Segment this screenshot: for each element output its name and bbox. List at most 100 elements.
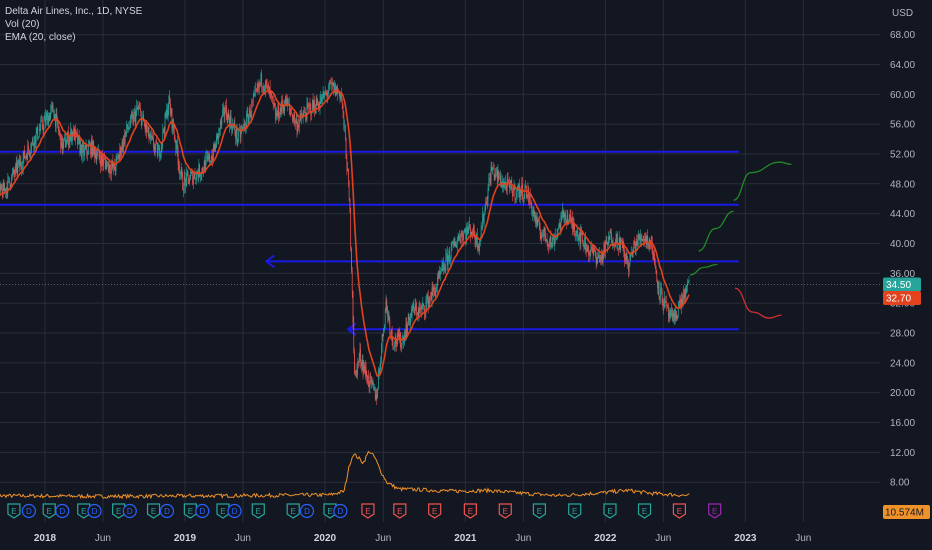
candle-body — [523, 194, 525, 198]
candle-body — [460, 239, 461, 243]
candle-body — [223, 107, 224, 111]
y-tick-label: 60.00 — [890, 90, 915, 101]
candle-body — [51, 105, 52, 109]
earnings-marker[interactable]: E — [7, 503, 21, 519]
candle-body — [475, 240, 477, 245]
dividend-marker[interactable]: D — [333, 503, 348, 519]
candle-body — [159, 148, 161, 158]
candle-body — [190, 172, 192, 175]
price-chart[interactable]: DEDEDEDEDEDEDEDEEDEDEEEEEEEEEEE USD68.00… — [0, 0, 932, 550]
candle-body — [51, 104, 53, 106]
marker-letter: E — [81, 507, 86, 516]
candle-body — [417, 313, 418, 316]
dividend-marker[interactable]: D — [87, 503, 102, 519]
earnings-marker[interactable]: E — [42, 503, 56, 519]
marker-letter: D — [337, 507, 343, 516]
candle-body — [23, 150, 25, 158]
candle-body — [676, 314, 678, 320]
earnings-marker[interactable]: E — [532, 503, 547, 519]
marker-letter: D — [164, 507, 170, 516]
earnings-marker[interactable]: E — [393, 503, 407, 519]
marker-letter: E — [256, 507, 261, 516]
candle-body — [25, 156, 26, 159]
symbol-title[interactable]: Delta Air Lines, Inc., 1D, NYSE — [5, 5, 142, 18]
candle-body — [671, 314, 673, 317]
candle-body — [390, 332, 391, 334]
candle-body — [295, 120, 296, 124]
candle-body — [685, 286, 687, 294]
dividend-marker[interactable]: D — [195, 503, 210, 519]
candle-body — [420, 307, 422, 311]
dividend-marker[interactable]: D — [227, 503, 242, 519]
ema-indicator-label[interactable]: EMA (20, close) — [5, 31, 142, 44]
candle-body — [134, 111, 136, 123]
candle-body — [41, 119, 43, 128]
candle-body — [3, 183, 5, 191]
earnings-marker[interactable]: E — [361, 503, 375, 519]
dividend-marker[interactable]: D — [55, 503, 70, 519]
candle-body — [260, 73, 262, 84]
candle-body — [667, 304, 668, 307]
candle-body — [648, 239, 650, 247]
earnings-marker[interactable]: E — [568, 503, 582, 519]
candle-body — [340, 94, 342, 100]
candle-body — [108, 164, 110, 172]
candle-body — [37, 127, 39, 139]
candle-body — [266, 84, 268, 86]
candle-body — [328, 82, 330, 91]
candle-body — [264, 89, 266, 91]
earnings-marker[interactable]: E — [428, 503, 442, 519]
volume-value-badge: 10.574M — [885, 508, 924, 519]
candle-body — [344, 125, 346, 140]
marker-letter: E — [365, 507, 370, 516]
candle-body — [586, 248, 588, 252]
candle-body — [583, 245, 585, 249]
earnings-marker[interactable]: E — [498, 503, 512, 519]
candle-body — [683, 289, 684, 299]
earnings-marker[interactable]: E — [603, 503, 617, 519]
candle-body — [426, 300, 427, 303]
candle-body — [542, 234, 543, 236]
candle-body — [595, 250, 596, 257]
earnings-marker[interactable]: E — [146, 503, 161, 519]
candle-body — [15, 165, 16, 175]
candle-body — [341, 94, 342, 100]
candle-body — [380, 361, 381, 369]
earnings-marker[interactable]: E — [183, 503, 197, 519]
dividend-marker[interactable]: D — [159, 503, 175, 519]
earnings-marker[interactable]: E — [463, 503, 477, 519]
dividend-marker[interactable]: D — [21, 503, 36, 519]
y-tick-label: 44.00 — [890, 209, 915, 220]
price-axis[interactable]: USD 68.00 64.00 60.00 56.00 52.00 48.00 44.00 40… — [890, 8, 915, 489]
earnings-marker[interactable]: E — [672, 503, 687, 519]
candle-body — [117, 156, 118, 158]
candle-body — [582, 234, 583, 241]
candle-body — [639, 238, 641, 242]
candle-body — [4, 188, 6, 191]
time-axis[interactable]: 2018 Jun 2019 Jun 2020 Jun 2021 Jun 2022 Jun 2023 J… — [34, 533, 811, 544]
candle-body — [508, 179, 510, 183]
candle-body — [388, 314, 390, 321]
earnings-marker[interactable]: E — [637, 503, 652, 519]
candle-body — [381, 334, 383, 348]
candle-body — [661, 287, 662, 290]
candle-body — [540, 234, 542, 239]
candle-body — [40, 121, 42, 129]
candle-body — [125, 131, 127, 134]
earnings-marker[interactable]: E — [708, 503, 722, 519]
candle-body — [282, 100, 283, 108]
dividend-marker[interactable]: D — [122, 503, 137, 519]
candle-body — [669, 313, 671, 319]
candle-body — [152, 136, 154, 139]
earnings-marker[interactable]: E — [216, 503, 230, 519]
candle-body — [590, 249, 592, 254]
volume-indicator-label[interactable]: Vol (20) — [5, 18, 142, 31]
candle-body — [105, 162, 107, 170]
earnings-marker[interactable]: E — [251, 503, 265, 519]
dividend-marker[interactable]: D — [299, 503, 315, 519]
candle-body — [187, 172, 189, 178]
marker-letter: D — [304, 507, 310, 516]
candle-body — [499, 179, 500, 180]
candle-body — [554, 238, 556, 246]
earnings-marker[interactable]: E — [286, 503, 300, 519]
